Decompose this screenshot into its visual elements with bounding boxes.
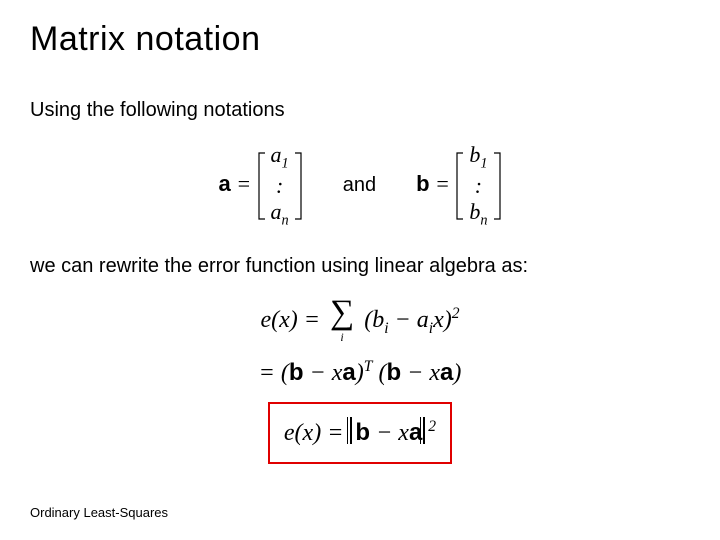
norm-open-icon (350, 417, 352, 443)
boxed-result: e(x) = b − xa2 (268, 402, 452, 464)
equals: = (236, 171, 251, 196)
equation-block: e(x) = ∑ i (bi − aix)2 = (b − xa)T (b − … (30, 296, 690, 464)
right-bracket-icon (492, 151, 502, 221)
col-entries-b: b1 : bn (465, 140, 491, 231)
left-bracket-icon (455, 151, 465, 221)
rewrite-text: we can rewrite the error function using … (30, 255, 690, 278)
slide-footer: Ordinary Least-Squares (30, 505, 168, 520)
notation-row: a = a1 : an and b = b1 : bn (30, 140, 690, 231)
sum-icon: ∑ i (330, 296, 354, 347)
left-bracket-icon (257, 151, 267, 221)
var-a: a (218, 171, 230, 196)
slide-title: Matrix notation (30, 20, 690, 59)
equation-line-3: e(x) = b − xa2 (284, 414, 436, 452)
equation-line-2: = (b − xa)T (b − xa) (30, 354, 690, 392)
norm-close-icon (423, 417, 425, 443)
slide: Matrix notation Using the following nota… (0, 0, 720, 540)
col-entries-a: a1 : an (267, 140, 293, 231)
bracketed-col-a: a1 : an (257, 140, 303, 231)
intro-text: Using the following notations (30, 99, 690, 122)
vector-a-def: a = a1 : an (218, 140, 302, 231)
equation-line-1: e(x) = ∑ i (bi − aix)2 (30, 296, 690, 347)
right-bracket-icon (293, 151, 303, 221)
and-text: and (343, 174, 376, 197)
vector-b-def: b = b1 : bn (416, 140, 501, 231)
var-b: b (416, 171, 429, 196)
bracketed-col-b: b1 : bn (455, 140, 501, 231)
equals: = (435, 171, 450, 196)
